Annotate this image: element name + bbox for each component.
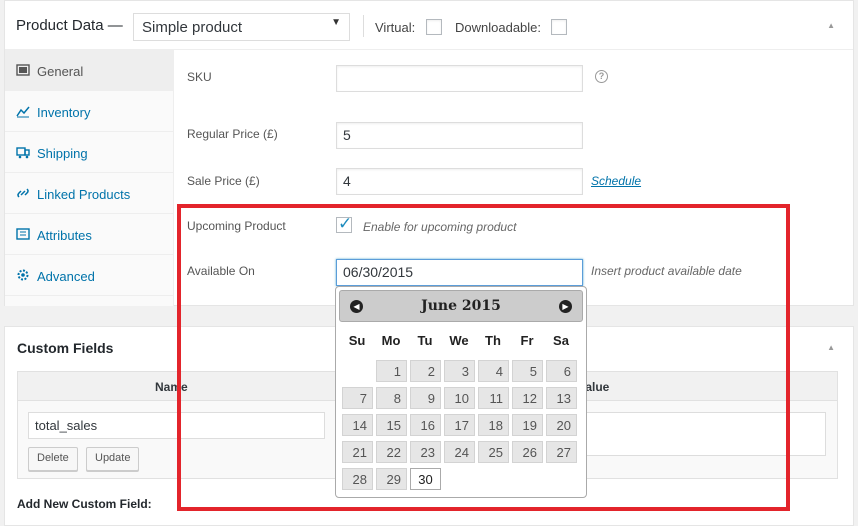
datepicker-month-title: June 2015 bbox=[421, 298, 501, 314]
datepicker-day[interactable]: 7 bbox=[342, 387, 373, 409]
datepicker-day[interactable]: 8 bbox=[376, 387, 407, 409]
datepicker-day[interactable]: 27 bbox=[546, 441, 577, 463]
upcoming-product-desc: Enable for upcoming product bbox=[363, 220, 517, 234]
datepicker-day[interactable]: 4 bbox=[478, 360, 509, 382]
datepicker-day[interactable]: 23 bbox=[410, 441, 441, 463]
collapse-arrow-icon[interactable]: ▲ bbox=[827, 343, 835, 352]
product-type-value: Simple product bbox=[142, 19, 243, 36]
datepicker-day[interactable]: 30 bbox=[410, 468, 441, 490]
datepicker-day[interactable]: 3 bbox=[444, 360, 475, 382]
custom-field-value-textarea[interactable] bbox=[578, 412, 826, 456]
product-data-header: Product Data — Simple product ▼ Virtual:… bbox=[5, 1, 853, 50]
tab-inventory-label: Inventory bbox=[37, 105, 91, 120]
virtual-checkbox[interactable] bbox=[426, 19, 442, 35]
link-icon bbox=[17, 188, 29, 198]
tab-linked-products-label: Linked Products bbox=[37, 187, 131, 202]
sale-price-label: Sale Price (£) bbox=[187, 174, 260, 188]
product-data-tabs: General Inventory Shipping Linked Produc… bbox=[5, 50, 174, 306]
datepicker-day[interactable]: 18 bbox=[478, 414, 509, 436]
datepicker-day[interactable]: 24 bbox=[444, 441, 475, 463]
weekday-header: Sa bbox=[553, 333, 569, 348]
datepicker-day[interactable]: 2 bbox=[410, 360, 441, 382]
weekday-header: Fr bbox=[520, 333, 534, 348]
datepicker-day[interactable]: 25 bbox=[478, 441, 509, 463]
datepicker-day[interactable]: 22 bbox=[376, 441, 407, 463]
gear-icon bbox=[17, 269, 29, 281]
add-new-custom-field-label: Add New Custom Field: bbox=[17, 497, 152, 511]
upcoming-product-checkbox[interactable]: ✓ bbox=[336, 214, 353, 233]
attributes-icon bbox=[16, 228, 30, 240]
product-data-title: Product Data — bbox=[16, 17, 123, 34]
product-data-panel: Product Data — Simple product ▼ Virtual:… bbox=[4, 0, 854, 306]
available-on-label: Available On bbox=[187, 264, 255, 278]
tab-shipping-label: Shipping bbox=[37, 146, 88, 161]
available-on-input[interactable]: 06/30/2015 bbox=[336, 259, 583, 286]
name-column-header: Name bbox=[155, 380, 188, 394]
datepicker-day[interactable]: 20 bbox=[546, 414, 577, 436]
datepicker-day[interactable]: 5 bbox=[512, 360, 543, 382]
delete-button[interactable]: Delete bbox=[28, 447, 78, 471]
available-on-desc: Insert product available date bbox=[591, 264, 742, 278]
sale-price-input[interactable]: 4 bbox=[336, 168, 583, 195]
datepicker-day[interactable]: 12 bbox=[512, 387, 543, 409]
product-type-select[interactable]: Simple product ▼ bbox=[133, 13, 350, 41]
weekday-header: Mo bbox=[381, 333, 401, 348]
datepicker-day[interactable]: 9 bbox=[410, 387, 441, 409]
datepicker-day[interactable]: 26 bbox=[512, 441, 543, 463]
datepicker-day[interactable]: 14 bbox=[342, 414, 373, 436]
sku-label: SKU bbox=[187, 70, 212, 84]
regular-price-input[interactable]: 5 bbox=[336, 122, 583, 149]
checkmark-icon: ✓ bbox=[338, 214, 353, 233]
custom-fields-title: Custom Fields bbox=[17, 340, 114, 356]
tab-advanced[interactable]: Advanced bbox=[5, 255, 173, 296]
datepicker-popup: ◀ June 2015 ▶ Su Mo Tu We Th Fr Sa 1 2 3 4 5 6 7 8 9 10 1… bbox=[335, 286, 587, 498]
upcoming-product-label: Upcoming Product bbox=[187, 219, 286, 233]
next-month-icon[interactable]: ▶ bbox=[559, 300, 572, 313]
help-icon[interactable]: ? bbox=[595, 70, 608, 83]
shipping-icon bbox=[16, 147, 30, 159]
tab-general[interactable]: General bbox=[5, 50, 173, 91]
tab-linked-products[interactable]: Linked Products bbox=[5, 173, 173, 214]
datepicker-day[interactable]: 15 bbox=[376, 414, 407, 436]
datepicker-day[interactable]: 10 bbox=[444, 387, 475, 409]
regular-price-label: Regular Price (£) bbox=[187, 127, 278, 141]
datepicker-day[interactable]: 21 bbox=[342, 441, 373, 463]
datepicker-day[interactable]: 6 bbox=[546, 360, 577, 382]
datepicker-day[interactable]: 29 bbox=[376, 468, 407, 490]
weekday-header: We bbox=[449, 333, 469, 348]
update-button[interactable]: Update bbox=[86, 447, 140, 471]
weekday-header: Th bbox=[485, 333, 501, 348]
downloadable-label: Downloadable: bbox=[455, 20, 542, 35]
datepicker-header: ◀ June 2015 ▶ bbox=[339, 290, 583, 322]
schedule-link[interactable]: Schedule bbox=[591, 174, 641, 188]
datepicker-day[interactable]: 16 bbox=[410, 414, 441, 436]
tab-advanced-label: Advanced bbox=[37, 269, 95, 284]
tab-attributes-label: Attributes bbox=[37, 228, 92, 243]
header-divider bbox=[363, 15, 364, 37]
tab-general-label: General bbox=[37, 64, 84, 79]
inventory-icon bbox=[16, 106, 30, 118]
general-icon bbox=[16, 64, 30, 76]
tab-shipping[interactable]: Shipping bbox=[5, 132, 173, 173]
datepicker-day[interactable]: 11 bbox=[478, 387, 509, 409]
weekday-header: Su bbox=[348, 333, 366, 348]
datepicker-day[interactable]: 1 bbox=[376, 360, 407, 382]
virtual-label: Virtual: bbox=[375, 20, 416, 35]
chevron-down-icon: ▼ bbox=[331, 17, 341, 28]
collapse-arrow-icon[interactable]: ▲ bbox=[827, 21, 835, 30]
tab-inventory[interactable]: Inventory bbox=[5, 91, 173, 132]
downloadable-checkbox[interactable] bbox=[551, 19, 567, 35]
datepicker-day[interactable]: 19 bbox=[512, 414, 543, 436]
weekday-header: Tu bbox=[417, 333, 433, 348]
tab-attributes[interactable]: Attributes bbox=[5, 214, 173, 255]
datepicker-day[interactable]: 28 bbox=[342, 468, 373, 490]
sku-input[interactable] bbox=[336, 65, 583, 92]
datepicker-day[interactable]: 17 bbox=[444, 414, 475, 436]
custom-field-name-input[interactable]: total_sales bbox=[28, 412, 325, 439]
datepicker-day[interactable]: 13 bbox=[546, 387, 577, 409]
